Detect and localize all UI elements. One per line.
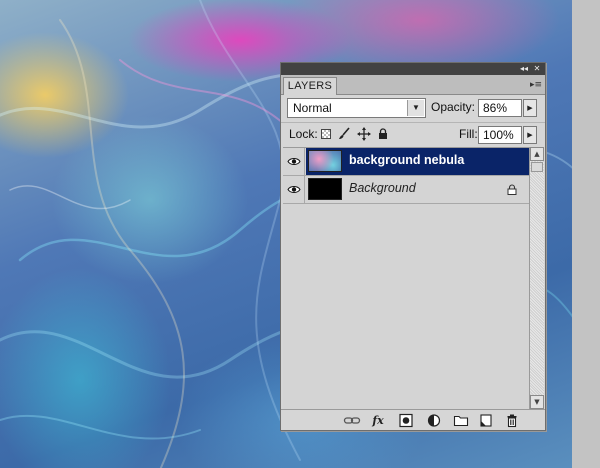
layer-name[interactable]: background nebula <box>349 153 464 167</box>
lock-position-move-icon[interactable] <box>357 127 371 141</box>
panel-title-bar[interactable]: ◂◂ ✕ <box>281 63 545 75</box>
lock-all-icon[interactable] <box>376 127 390 141</box>
add-mask-icon[interactable] <box>397 413 415 428</box>
opacity-input[interactable]: 86% <box>478 99 522 117</box>
opacity-slider-arrow-icon[interactable]: ▶ <box>523 99 537 117</box>
eye-icon <box>287 186 301 193</box>
trash-icon[interactable] <box>503 413 521 428</box>
new-layer-icon[interactable] <box>477 413 495 428</box>
tab-layers[interactable]: LAYERS <box>283 77 337 95</box>
fill-slider-arrow-icon[interactable]: ▶ <box>523 126 537 144</box>
blend-mode-value: Normal <box>293 101 332 115</box>
scroll-thumb[interactable] <box>531 162 543 172</box>
layer-row-background-nebula[interactable]: background nebula <box>283 148 529 176</box>
folder-icon[interactable] <box>452 413 470 428</box>
layer-thumbnail[interactable] <box>308 150 342 172</box>
visibility-toggle[interactable] <box>283 176 305 203</box>
divider <box>281 122 545 123</box>
opacity-label: Opacity: <box>431 100 476 114</box>
lock-label: Lock: <box>289 127 318 141</box>
layers-toolbar: fx <box>281 409 545 430</box>
blend-mode-select[interactable]: Normal ▼ <box>287 98 426 118</box>
visibility-toggle[interactable] <box>283 148 305 175</box>
layer-row-background[interactable]: Background <box>283 176 529 204</box>
chevron-down-icon[interactable]: ▼ <box>407 100 424 116</box>
scroll-down-icon[interactable]: ▼ <box>530 395 544 409</box>
fill-label: Fill: <box>459 127 478 141</box>
workspace-background <box>572 0 600 468</box>
fill-input[interactable]: 100% <box>478 126 522 144</box>
lock-icon <box>507 184 517 195</box>
lock-image-pixels-brush-icon[interactable] <box>337 127 351 141</box>
scroll-up-icon[interactable]: ▲ <box>530 147 544 161</box>
fx-icon[interactable]: fx <box>369 413 387 428</box>
layers-panel: ◂◂ ✕ LAYERS ▸≡ Normal ▼ Opacity: 86% ▶ L… <box>280 62 546 431</box>
close-icon[interactable]: ✕ <box>532 64 542 73</box>
layer-name[interactable]: Background <box>349 181 416 195</box>
adjustment-layer-icon[interactable] <box>425 413 443 428</box>
eye-icon <box>287 158 301 165</box>
link-icon[interactable] <box>343 413 361 428</box>
layers-list: background nebula Background <box>283 147 529 409</box>
panel-tab-row: LAYERS ▸≡ <box>281 75 545 95</box>
layers-scrollbar[interactable]: ▲ ▼ <box>529 147 544 409</box>
lock-transparent-pixels-icon[interactable] <box>319 127 333 141</box>
collapse-icon[interactable]: ◂◂ <box>519 64 529 73</box>
panel-menu-icon[interactable]: ▸≡ <box>530 79 542 91</box>
layer-thumbnail[interactable] <box>308 178 342 200</box>
